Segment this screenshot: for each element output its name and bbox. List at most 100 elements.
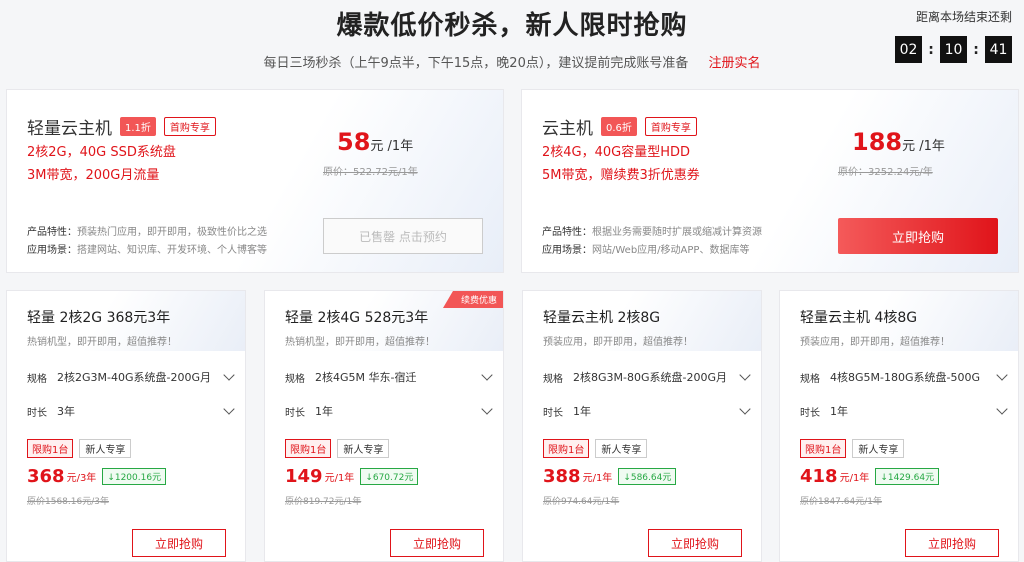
- page-subtitle: 每日三场秒杀（上午9点半，下午15点，晚20点），建议提前完成账号准备 注册实名: [0, 52, 1024, 71]
- buy-now-button[interactable]: 立即抢购: [648, 529, 742, 557]
- price: 188元 /1年: [852, 128, 945, 156]
- spec-select[interactable]: 规格 2核4G5M 华东-宿迁: [285, 369, 493, 385]
- savings-badge: ↓586.64元: [618, 468, 677, 485]
- spec-value: 2核4G5M 华东-宿迁: [315, 371, 417, 384]
- spec-line: 3M带宽，200G月流量: [27, 168, 160, 183]
- card-description: 预装应用，即开即用，超值推荐！: [800, 337, 950, 348]
- price-unit: 元/1年: [582, 473, 613, 484]
- spec-select[interactable]: 规格 4核8G5M-180G系统盘-500G: [800, 369, 1008, 385]
- original-price: 原价974.64元/1年: [543, 497, 620, 507]
- duration-select[interactable]: 时长 1年: [800, 403, 1008, 419]
- spec-label: 规格: [800, 373, 820, 385]
- product-card: 轻量云主机 4核8G 预装应用，即开即用，超值推荐！ 规格 4核8G5M-180G…: [779, 290, 1019, 562]
- feature-text: 预装热门应用，即开即用，极致性价比之选: [77, 227, 267, 238]
- buy-now-button[interactable]: 立即抢购: [132, 529, 226, 557]
- card-title: 轻量云主机 4核8G: [800, 310, 918, 326]
- feature-row: 产品特性：根据业务需要随时扩展或缩减计算资源: [542, 223, 762, 238]
- duration-label: 时长: [543, 407, 563, 419]
- card-price: 418 元/1年 ↓1429.64元: [800, 466, 940, 487]
- first-purchase-badge: 首购专享: [644, 117, 697, 136]
- card-title: 轻量 2核4G 528元3年: [285, 310, 429, 326]
- price-unit: 元/1年: [324, 473, 355, 484]
- card-tags: 限购1台 新人专享: [800, 439, 905, 458]
- price-value: 188: [852, 128, 903, 156]
- duration-label: 时长: [27, 407, 47, 419]
- countdown-timer: 02 : 10 : 41: [895, 36, 1012, 63]
- original-price: 原价819.72元/1年: [285, 497, 362, 507]
- price-value: 368: [27, 466, 65, 487]
- limit-badge: 限购1台: [543, 439, 590, 458]
- duration-label: 时长: [800, 407, 820, 419]
- reserve-button[interactable]: 已售罄 点击预约: [323, 218, 483, 254]
- spec-line: 2核4G，40G容量型HDD: [542, 145, 691, 160]
- discount-badge: 0.6折: [601, 117, 637, 136]
- original-price: 原价：522.72元/1年: [323, 167, 418, 178]
- chevron-down-icon: [481, 405, 493, 417]
- limit-badge: 限购1台: [285, 439, 332, 458]
- product-card: 轻量 2核2G 368元3年 热销机型，即开即用，超值推荐！ 规格 2核2G3M-…: [6, 290, 246, 562]
- card-title: 轻量云主机 2核8G: [543, 310, 661, 326]
- buy-now-button[interactable]: 立即抢购: [905, 529, 999, 557]
- schedule-text: 每日三场秒杀（上午9点半，下午15点，晚20点），建议提前完成账号准备: [263, 56, 689, 71]
- card-tags: 限购1台 新人专享: [285, 439, 390, 458]
- savings-badge: ↓670.72元: [360, 468, 419, 485]
- spec-select[interactable]: 规格 2核2G3M-40G系统盘-200G月: [27, 369, 235, 385]
- price-unit: 元 /1年: [902, 139, 945, 154]
- newbie-badge: 新人专享: [852, 439, 905, 458]
- spec-value: 4核8G5M-180G系统盘-500G: [830, 371, 980, 384]
- price-unit: 元/1年: [839, 473, 870, 484]
- card-tags: 限购1台 新人专享: [27, 439, 132, 458]
- scene-row: 应用场景：网站/Web应用/移动APP、数据库等: [542, 241, 749, 256]
- spec-value: 2核2G3M-40G系统盘-200G月: [57, 371, 211, 384]
- duration-select[interactable]: 时长 1年: [285, 403, 493, 419]
- page-title: 爆款低价秒杀，新人限时抢购: [336, 11, 688, 41]
- first-purchase-badge: 首购专享: [163, 117, 216, 136]
- spec-select[interactable]: 规格 2核8G3M-80G系统盘-200G月: [543, 369, 751, 385]
- product-name: 轻量云主机: [27, 119, 112, 139]
- product-name: 云主机: [542, 119, 593, 139]
- countdown-separator: :: [973, 41, 979, 58]
- scene-row: 应用场景：搭建网站、知识库、开发环境、个人博客等: [27, 241, 267, 256]
- price: 58元 /1年: [337, 128, 413, 156]
- card-title: 轻量 2核2G 368元3年: [27, 310, 171, 326]
- buy-now-button[interactable]: 立即抢购: [838, 218, 998, 254]
- register-link[interactable]: 注册实名: [708, 56, 760, 71]
- chevron-down-icon: [739, 405, 751, 417]
- newbie-badge: 新人专享: [595, 439, 648, 458]
- discount-badge: 1.1折: [120, 117, 156, 136]
- price-unit: 元/3年: [66, 473, 97, 484]
- countdown-seconds: 41: [985, 36, 1012, 63]
- countdown-minutes: 10: [940, 36, 967, 63]
- spec-value: 2核8G3M-80G系统盘-200G月: [573, 371, 727, 384]
- spec-label: 规格: [285, 373, 305, 385]
- limit-badge: 限购1台: [27, 439, 74, 458]
- duration-label: 时长: [285, 407, 305, 419]
- featured-card-cloud-host: 云主机 0.6折 首购专享 2核4G，40G容量型HDD 5M带宽，赠续费3折优…: [521, 89, 1019, 273]
- duration-value: 3年: [57, 405, 75, 418]
- card-description: 热销机型，即开即用，超值推荐！: [27, 337, 177, 348]
- feature-text: 根据业务需要随时扩展或缩减计算资源: [592, 227, 762, 238]
- scene-text: 搭建网站、知识库、开发环境、个人博客等: [77, 245, 267, 256]
- duration-value: 1年: [315, 405, 333, 418]
- product-card: 轻量云主机 2核8G 预装应用，即开即用，超值推荐！ 规格 2核8G3M-80G系…: [522, 290, 762, 562]
- spec-label: 规格: [27, 373, 47, 385]
- scene-text: 网站/Web应用/移动APP、数据库等: [592, 245, 750, 256]
- spec-label: 规格: [543, 373, 563, 385]
- renewal-offer-badge: 续费优惠: [442, 291, 503, 308]
- chevron-down-icon: [996, 405, 1008, 417]
- feature-label: 产品特性：: [27, 227, 77, 238]
- spec-line: 5M带宽，赠续费3折优惠券: [542, 168, 700, 183]
- chevron-down-icon: [996, 371, 1008, 383]
- price-unit: 元 /1年: [370, 139, 414, 154]
- card-price: 368 元/3年 ↓1200.16元: [27, 466, 167, 487]
- card-price: 149 元/1年 ↓670.72元: [285, 466, 419, 487]
- price-value: 388: [543, 466, 581, 487]
- original-price: 原价1847.64元/1年: [800, 497, 882, 507]
- chevron-down-icon: [481, 371, 493, 383]
- scene-label: 应用场景：: [542, 245, 592, 256]
- buy-now-button[interactable]: 立即抢购: [390, 529, 484, 557]
- duration-select[interactable]: 时长 3年: [27, 403, 235, 419]
- chevron-down-icon: [739, 371, 751, 383]
- duration-select[interactable]: 时长 1年: [543, 403, 751, 419]
- card-price: 388 元/1年 ↓586.64元: [543, 466, 677, 487]
